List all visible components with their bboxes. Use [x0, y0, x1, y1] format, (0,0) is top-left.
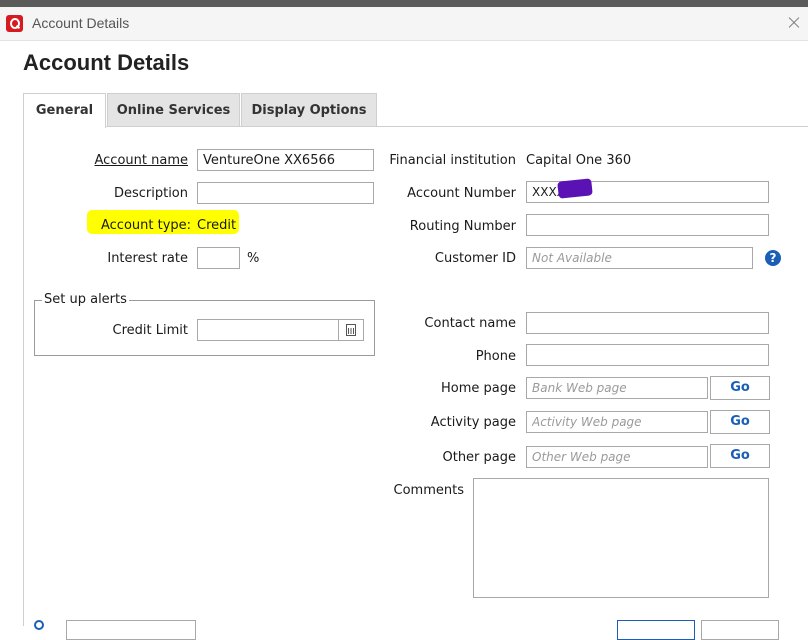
tab-general[interactable]: General	[23, 93, 106, 128]
customer-id-input[interactable]	[526, 247, 753, 269]
window-title: Account Details	[32, 15, 130, 31]
ok-button[interactable]	[617, 620, 695, 640]
account-number-label: Account Number	[407, 186, 516, 201]
top-edge	[0, 0, 808, 7]
comments-label: Comments	[393, 483, 464, 498]
routing-number-label: Routing Number	[409, 219, 516, 234]
activity-page-label: Activity page	[430, 415, 516, 430]
close-icon[interactable]	[782, 11, 808, 35]
bottom-help-circle[interactable]	[34, 620, 44, 630]
credit-limit-label: Credit Limit	[112, 323, 188, 338]
routing-number-input[interactable]	[526, 214, 769, 236]
comments-textarea[interactable]	[473, 478, 769, 598]
interest-rate-label: Interest rate	[107, 251, 188, 266]
account-type-label: Account type:	[101, 218, 192, 233]
tab-display-options[interactable]: Display Options	[241, 93, 377, 126]
customer-id-label: Customer ID	[434, 251, 516, 266]
other-page-go-button[interactable]: Go	[710, 444, 770, 468]
alerts-legend: Set up alerts	[42, 292, 129, 307]
cancel-button[interactable]	[701, 620, 779, 640]
percent-unit: %	[247, 251, 260, 266]
bottom-left-button[interactable]	[66, 620, 196, 640]
interest-rate-input[interactable]	[197, 247, 240, 269]
title-bar: Account Details	[0, 7, 808, 41]
financial-institution-label: Financial institution	[389, 153, 516, 168]
contact-name-input[interactable]	[526, 312, 769, 334]
calculator-icon[interactable]	[338, 319, 364, 341]
description-label: Description	[113, 186, 188, 201]
help-icon[interactable]: ?	[765, 250, 781, 266]
home-page-label: Home page	[441, 381, 516, 396]
account-name-input[interactable]	[197, 149, 374, 171]
activity-page-go-button[interactable]: Go	[710, 410, 770, 434]
description-input[interactable]	[197, 182, 374, 204]
phone-label: Phone	[475, 349, 516, 364]
contact-name-label: Contact name	[424, 316, 516, 331]
account-name-label: Account name	[94, 153, 189, 168]
home-page-go-button[interactable]: Go	[710, 376, 770, 400]
app-logo-icon	[6, 15, 23, 32]
credit-limit-input[interactable]	[197, 319, 339, 341]
phone-input[interactable]	[526, 344, 769, 366]
account-type-value: Credit	[197, 218, 237, 233]
page-title: Account Details	[23, 50, 190, 75]
financial-institution-value: Capital One 360	[526, 153, 632, 168]
home-page-input[interactable]	[526, 377, 708, 399]
tab-online-services[interactable]: Online Services	[107, 93, 240, 126]
other-page-input[interactable]	[526, 446, 708, 468]
activity-page-input[interactable]	[526, 411, 708, 433]
redaction-mark	[557, 178, 593, 199]
other-page-label: Other page	[442, 450, 516, 465]
